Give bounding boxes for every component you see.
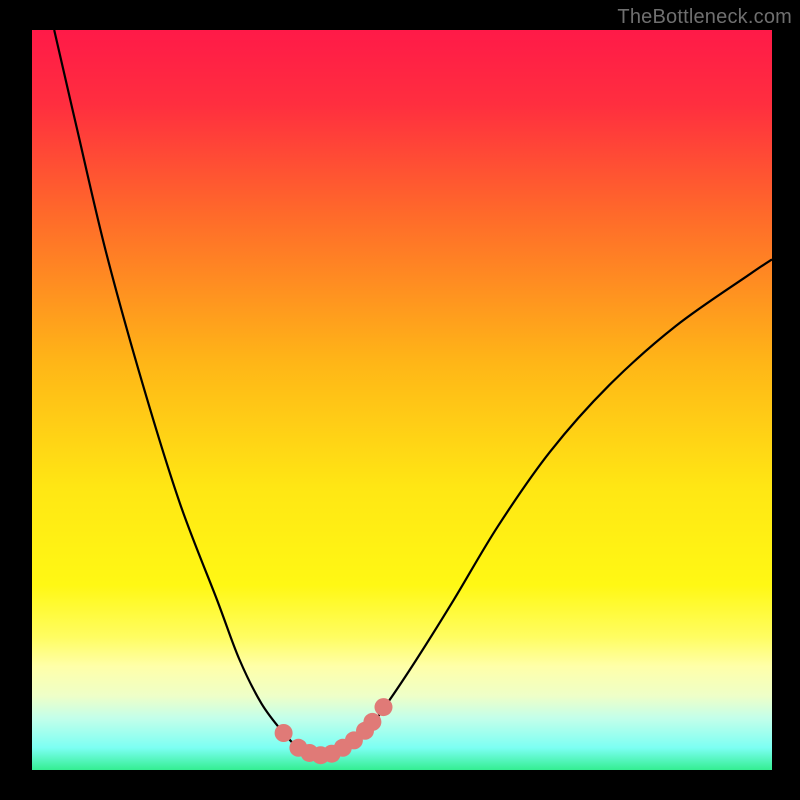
- gradient-background: [32, 30, 772, 770]
- marker-dot: [375, 698, 393, 716]
- plot-area: [32, 30, 772, 770]
- chart-frame: TheBottleneck.com: [0, 0, 800, 800]
- marker-dot: [275, 724, 293, 742]
- marker-dot: [363, 713, 381, 731]
- chart-svg: [32, 30, 772, 770]
- watermark-label: TheBottleneck.com: [617, 6, 792, 29]
